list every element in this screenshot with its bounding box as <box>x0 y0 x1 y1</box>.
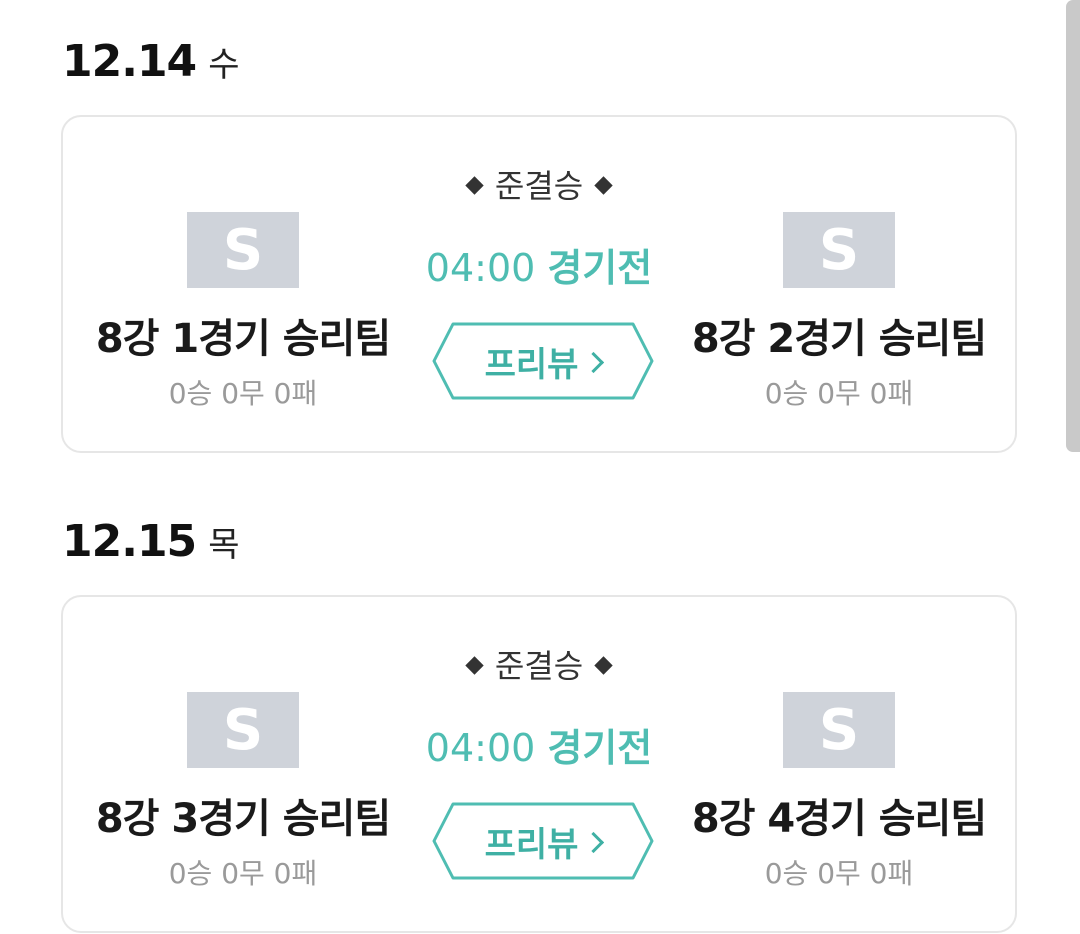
team-logo: S <box>783 212 895 288</box>
round-label-row: 준결승 <box>63 641 1015 687</box>
chevron-right-icon <box>583 831 605 853</box>
team-record: 0승 0무 0패 <box>168 857 318 890</box>
team-name: 8강 4경기 승리팀 <box>691 796 987 842</box>
preview-label: 프리뷰 <box>484 344 579 385</box>
diamond-icon <box>594 655 613 675</box>
weekday-text: 목 <box>208 525 240 565</box>
round-label: 준결승 <box>494 647 584 685</box>
match-time: 04:00 <box>425 726 536 770</box>
preview-button[interactable]: 프리뷰 <box>431 321 655 401</box>
team-record: 0승 0무 0패 <box>168 377 318 410</box>
date-text: 12.15 <box>62 516 197 567</box>
team-name: 8강 3경기 승리팀 <box>95 796 391 842</box>
away-team[interactable]: S 8강 4경기 승리팀 0승 0무 0패 <box>669 692 1009 892</box>
away-team[interactable]: S 8강 2경기 승리팀 0승 0무 0패 <box>669 212 1009 412</box>
diamond-icon <box>465 655 484 675</box>
diamond-icon <box>465 175 484 195</box>
date-text: 12.14 <box>62 36 197 87</box>
diamond-icon <box>594 175 613 195</box>
preview-label: 프리뷰 <box>484 824 579 865</box>
round-label: 준결승 <box>494 167 584 205</box>
date-heading: 12.15 목 <box>62 516 240 567</box>
match-card[interactable]: 준결승 S 8강 3경기 승리팀 0승 0무 0패 04:00경기전 프리뷰 <box>61 595 1017 933</box>
chevron-right-icon <box>583 351 605 373</box>
match-card[interactable]: 준결승 S 8강 1경기 승리팀 0승 0무 0패 04:00경기전 프리뷰 <box>61 115 1017 453</box>
match-state: 경기전 <box>547 246 653 290</box>
schedule-page: 12.14 수 준결승 S 8강 1경기 승리팀 0승 0무 0패 04:00 경… <box>0 0 1080 934</box>
team-record: 0승 0무 0패 <box>764 857 914 890</box>
team-record: 0승 0무 0패 <box>764 377 914 410</box>
date-heading: 12.14 수 <box>62 36 240 87</box>
preview-button[interactable]: 프리뷰 <box>431 801 655 881</box>
team-name: 8강 2경기 승리팀 <box>691 316 987 362</box>
round-label-row: 준결승 <box>63 161 1015 207</box>
scrollbar[interactable] <box>1066 0 1080 452</box>
team-name: 8강 1경기 승리팀 <box>95 316 391 362</box>
match-state: 경기전 <box>547 726 653 770</box>
match-time: 04:00 <box>425 246 536 290</box>
team-logo: S <box>783 692 895 768</box>
weekday-text: 수 <box>208 45 240 85</box>
